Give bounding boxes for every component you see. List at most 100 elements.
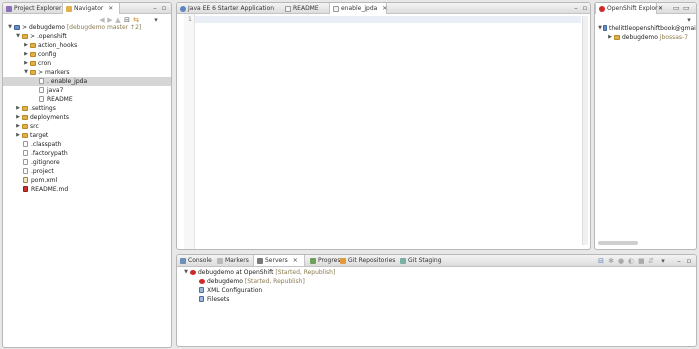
- tree-item-module-debugdemo[interactable]: debugdemo [Started, Republish]: [177, 277, 696, 286]
- tab-readme[interactable]: README: [282, 3, 328, 14]
- file-icon: [23, 141, 28, 147]
- tab-servers[interactable]: Servers ✕: [253, 255, 305, 266]
- tab-label: Markers: [225, 257, 249, 264]
- openshift-horizontal-scrollbar[interactable]: [598, 241, 638, 245]
- tab-openshift-explorer[interactable]: OpenShift Explor: [595, 3, 658, 14]
- editor-current-line[interactable]: [195, 16, 581, 23]
- tree-item-action-hooks[interactable]: ▶ action_hooks: [3, 41, 171, 50]
- tree-item-config[interactable]: ▶ config: [3, 50, 171, 59]
- maximize-icon[interactable]: ▫: [161, 5, 167, 12]
- collapsed-arrow-icon[interactable]: ▶: [15, 104, 21, 113]
- maximize-icon[interactable]: ▫: [686, 258, 692, 265]
- tab-enable-jpda[interactable]: enable_jpda ✕: [329, 3, 387, 14]
- servers-icon: [257, 258, 263, 264]
- view-menu-icon[interactable]: ▾: [686, 17, 692, 24]
- tab-console[interactable]: Console: [177, 255, 213, 266]
- web-browser-icon: [180, 6, 186, 12]
- tree-item-label: debugdemo [Started, Republish]: [207, 278, 305, 285]
- tree-item-gitignore[interactable]: .gitignore: [3, 158, 171, 167]
- tree-item-label: debugdemo jbossas-7: [622, 34, 689, 41]
- tree-item-pom-xml[interactable]: pom.xml: [3, 176, 171, 185]
- close-icon[interactable]: ✕: [108, 5, 113, 12]
- tree-item-project[interactable]: .project: [3, 167, 171, 176]
- tab-label: Servers: [265, 257, 288, 264]
- tree-item-settings[interactable]: ▶ .settings: [3, 104, 171, 113]
- editor-text-area[interactable]: [195, 23, 581, 243]
- tree-item-src[interactable]: ▶ src: [3, 122, 171, 131]
- expanded-arrow-icon[interactable]: ▼: [183, 268, 189, 277]
- tree-item-markers[interactable]: ▼ > markers: [3, 68, 171, 77]
- tree-item-label: README: [47, 96, 73, 103]
- openshift-icon: [599, 6, 605, 12]
- tab-java-ee-starter[interactable]: Java EE 6 Starter Application: [177, 3, 281, 14]
- tab-label: README: [293, 5, 319, 12]
- expanded-arrow-icon[interactable]: ▼: [23, 68, 29, 77]
- tree-item-readme[interactable]: README: [3, 95, 171, 104]
- console-icon: [180, 258, 186, 264]
- maximize-icon[interactable]: ▭: [683, 5, 690, 12]
- collapsed-arrow-icon[interactable]: ▶: [23, 50, 29, 59]
- minimize-icon[interactable]: ▭: [673, 5, 680, 12]
- view-menu-icon[interactable]: ▾: [660, 258, 666, 265]
- tree-item-server[interactable]: ▼ debugdemo at OpenShift [Started, Repub…: [177, 268, 696, 277]
- tree-item-label: cron: [38, 60, 52, 67]
- tab-git-repositories[interactable]: Git Repositories: [337, 255, 397, 266]
- collapsed-arrow-icon[interactable]: ▶: [23, 59, 29, 68]
- tree-item-target[interactable]: ▶ target: [3, 131, 171, 140]
- tab-navigator[interactable]: Navigator ✕: [62, 3, 120, 14]
- tree-item-label: .gitignore: [31, 159, 60, 166]
- debug-icon[interactable]: ✱: [608, 258, 614, 265]
- tree-item-enable-jpda[interactable]: . enable_jpda: [3, 77, 171, 86]
- tree-item-debugdemo-app[interactable]: ▶ debugdemo jbossas-7: [595, 33, 696, 42]
- tab-label: Git Repositories: [348, 257, 396, 264]
- tree-item-debugdemo[interactable]: ▼ > debugdemo [debugdemo master ↑2]: [3, 23, 171, 32]
- folder-icon: [30, 52, 36, 57]
- minimize-icon[interactable]: –: [676, 258, 682, 265]
- editor-vertical-scrollbar[interactable]: [582, 16, 588, 245]
- close-icon[interactable]: ✕: [382, 5, 387, 12]
- tree-item-label: java7: [47, 87, 64, 94]
- collapse-all-icon[interactable]: ⊟: [598, 258, 604, 265]
- tree-item-xml-configuration[interactable]: XML Configuration: [177, 286, 696, 295]
- tree-item-label: .classpath: [31, 141, 62, 148]
- publish-icon[interactable]: ⇵: [648, 258, 654, 265]
- close-icon[interactable]: ✕: [293, 257, 298, 264]
- collapsed-arrow-icon[interactable]: ▶: [15, 113, 21, 122]
- module-icon: [199, 279, 205, 284]
- tree-item-label: thelittleopenshiftbook@gmail.: [609, 25, 697, 32]
- collapsed-arrow-icon[interactable]: ▶: [607, 33, 613, 42]
- tree-item-openshift[interactable]: ▼ > .openshift: [3, 32, 171, 41]
- close-icon[interactable]: ✕: [658, 3, 663, 14]
- maximize-icon[interactable]: ▫: [582, 5, 588, 12]
- tree-item-factorypath[interactable]: .factorypath: [3, 149, 171, 158]
- tree-item-java7[interactable]: java7: [3, 86, 171, 95]
- tree-item-readme-md[interactable]: README.md: [3, 185, 171, 194]
- tree-item-deployments[interactable]: ▶ deployments: [3, 113, 171, 122]
- tab-label: OpenShift Explor: [607, 5, 658, 12]
- tab-label: enable_jpda: [341, 5, 378, 12]
- tree-item-filesets[interactable]: Filesets: [177, 295, 696, 304]
- expanded-arrow-icon[interactable]: ▼: [15, 32, 21, 41]
- tab-git-staging[interactable]: Git Staging: [397, 255, 447, 266]
- collapsed-arrow-icon[interactable]: ▶: [23, 41, 29, 50]
- minimize-icon[interactable]: –: [573, 5, 579, 12]
- collapsed-arrow-icon[interactable]: ▶: [15, 122, 21, 131]
- tab-project-explorer[interactable]: Project Explorer: [3, 3, 61, 14]
- folder-icon: [22, 106, 28, 111]
- tree-item-label: > markers: [38, 69, 70, 76]
- tab-markers[interactable]: Markers: [214, 255, 252, 266]
- folder-icon: [30, 61, 36, 66]
- start-icon[interactable]: ●: [618, 258, 624, 265]
- tree-item-label: .project: [31, 168, 54, 175]
- tree-item-classpath[interactable]: .classpath: [3, 140, 171, 149]
- tree-item-cron[interactable]: ▶ cron: [3, 59, 171, 68]
- collapsed-arrow-icon[interactable]: ▶: [15, 131, 21, 140]
- minimize-icon[interactable]: –: [152, 5, 158, 12]
- profile-icon[interactable]: ◐: [628, 258, 634, 265]
- expanded-arrow-icon[interactable]: ▼: [7, 23, 13, 32]
- file-icon: [333, 6, 339, 12]
- folder-icon: [30, 70, 36, 75]
- stop-icon[interactable]: ■: [638, 258, 645, 265]
- tree-item-account[interactable]: ▼ thelittleopenshiftbook@gmail.: [595, 24, 696, 33]
- folder-icon: [22, 115, 28, 120]
